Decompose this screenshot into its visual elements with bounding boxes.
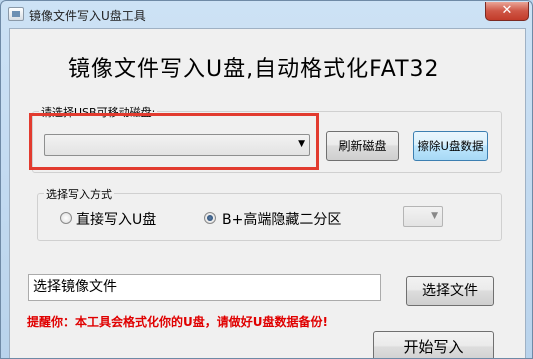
direct-write-label: 直接写入U盘 xyxy=(76,212,157,228)
hidden-partition-label: B+高端隐藏二分区 xyxy=(222,212,342,228)
refresh-disk-button[interactable]: 刷新磁盘 xyxy=(326,131,399,161)
close-button[interactable]: ✕ xyxy=(485,2,529,21)
start-write-button[interactable]: 开始写入 xyxy=(373,331,494,358)
close-icon: ✕ xyxy=(501,3,513,18)
highlight-annotation xyxy=(29,113,319,170)
title-bar[interactable]: 镜像文件写入U盘工具 ✕ xyxy=(1,1,532,27)
format-warning-text: 提醒你：本工具会格式化你的U盘，请做好U盘数据备份! xyxy=(27,315,328,329)
erase-usb-button[interactable]: 擦除U盘数据 xyxy=(413,131,488,161)
write-mode-group-label: 选择写入方式 xyxy=(44,186,114,202)
hidden-partition-radio[interactable] xyxy=(204,212,216,224)
partition-select[interactable]: ▼ xyxy=(403,206,443,227)
window-title: 镜像文件写入U盘工具 xyxy=(29,9,146,23)
client-area: 镜像文件写入U盘,自动格式化FAT32 请选择USB可移动磁盘: ▼ 刷新磁盘 … xyxy=(9,28,526,358)
select-file-button[interactable]: 选择文件 xyxy=(406,276,494,306)
image-file-field[interactable]: 选择镜像文件 xyxy=(28,274,381,301)
radio-selected-dot xyxy=(207,215,213,221)
app-icon xyxy=(8,7,24,21)
direct-write-radio[interactable] xyxy=(60,212,72,224)
page-title: 镜像文件写入U盘,自动格式化FAT32 xyxy=(68,57,440,82)
app-window: 镜像文件写入U盘工具 ✕ 镜像文件写入U盘,自动格式化FAT32 请选择USB可… xyxy=(0,0,533,359)
chevron-down-icon: ▼ xyxy=(431,211,438,221)
